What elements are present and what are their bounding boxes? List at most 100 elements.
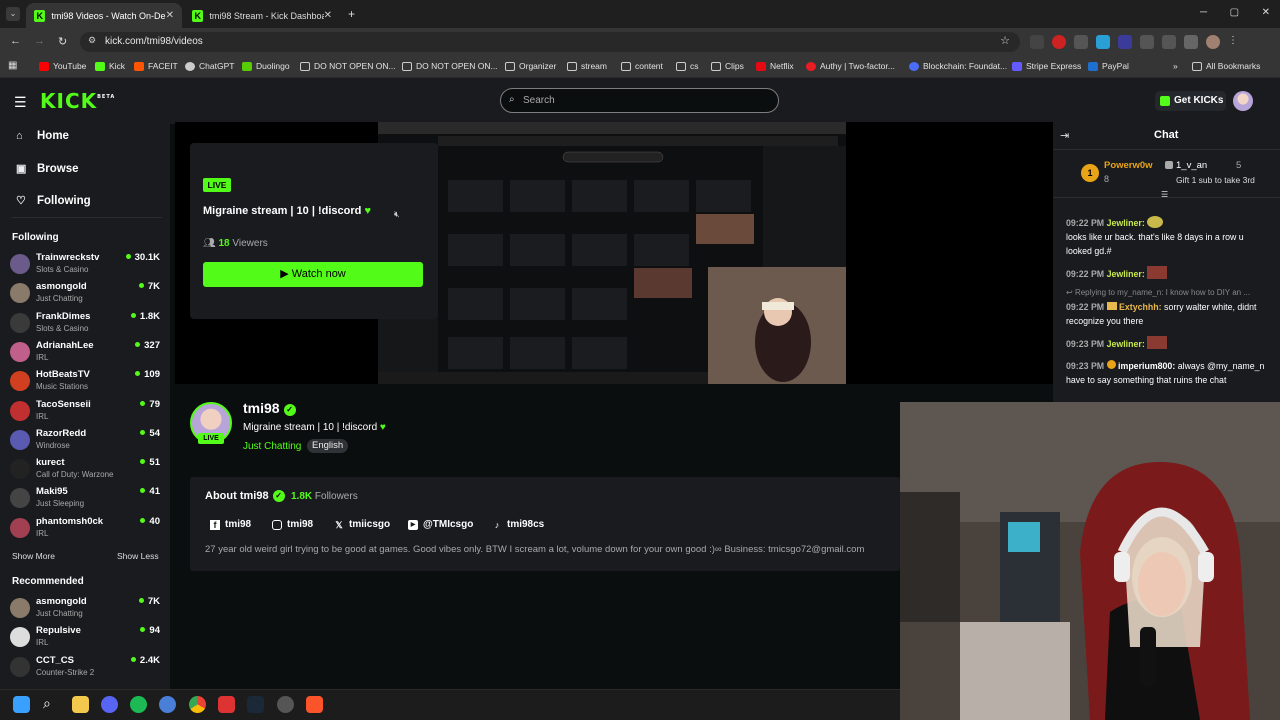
app-icon[interactable] bbox=[159, 696, 176, 713]
url-field[interactable]: ⚙ kick.com/tmi98/videos ☆ bbox=[80, 32, 1020, 52]
expand-icon[interactable]: ☰ bbox=[1161, 190, 1168, 199]
windows-start-icon[interactable] bbox=[13, 696, 30, 713]
sidebar-channel[interactable]: Maki95 Just Sleeping 41 bbox=[10, 486, 160, 514]
bookmark-paypal[interactable]: PayPal bbox=[1088, 61, 1129, 71]
bookmark-chatgpt[interactable]: ChatGPT bbox=[185, 61, 234, 71]
sidebar-channel[interactable]: kurect Call of Duty: Warzone 51 bbox=[10, 457, 160, 485]
bookmark-folder-stream[interactable]: stream bbox=[567, 61, 607, 71]
browser-tab-videos[interactable]: K tmi98 Videos - Watch On-Dem ✕ bbox=[26, 3, 182, 28]
taskbar-search-icon[interactable]: ⌕ bbox=[43, 695, 51, 712]
sidebar-channel[interactable]: asmongold Just Chatting 7K bbox=[10, 596, 160, 624]
category-link[interactable]: Just Chatting bbox=[243, 441, 301, 452]
stream-preview-thumbnail[interactable] bbox=[378, 122, 846, 384]
sidebar-channel[interactable]: asmongold Just Chatting 7K bbox=[10, 281, 160, 309]
forward-icon[interactable]: → bbox=[34, 35, 45, 47]
new-tab-icon[interactable]: + bbox=[348, 7, 355, 21]
spotify-icon[interactable] bbox=[130, 696, 147, 713]
reply-context[interactable]: ↩ Replying to my_name_n: I know how to D… bbox=[1066, 286, 1271, 300]
social-x-link[interactable]: 𝕏tmiicsgo bbox=[334, 519, 390, 530]
nav-home[interactable]: ⌂ Home bbox=[16, 130, 69, 142]
search-input[interactable]: ⌕ Search bbox=[500, 88, 779, 113]
tab-list-button[interactable]: ⌄ bbox=[6, 7, 20, 21]
bookmark-authy[interactable]: Authy | Two-factor... bbox=[806, 61, 895, 71]
muted-icon[interactable]: 🔇︎ bbox=[394, 209, 400, 220]
steam-icon[interactable] bbox=[247, 696, 264, 713]
leaderboard-user-2[interactable]: 1_v_an bbox=[1176, 160, 1207, 171]
extension-icon[interactable] bbox=[1118, 35, 1132, 49]
tab-close-icon[interactable]: ✕ bbox=[166, 10, 174, 21]
sidebar-channel[interactable]: phantomsh0ck IRL 40 bbox=[10, 516, 160, 544]
watch-now-button[interactable]: ▶ Watch now bbox=[203, 262, 423, 287]
brave-icon[interactable] bbox=[306, 696, 323, 713]
bookmark-netflix[interactable]: Netflix bbox=[756, 61, 794, 71]
extension-icon[interactable] bbox=[1052, 35, 1066, 49]
bookmark-folder[interactable]: DO NOT OPEN ON... bbox=[402, 61, 498, 71]
sidebar-channel[interactable]: AdrianahLee IRL 327 bbox=[10, 340, 160, 368]
close-window-icon[interactable]: ✕ bbox=[1262, 7, 1270, 18]
chat-username[interactable]: Extychhh bbox=[1119, 302, 1159, 312]
extension-icon[interactable] bbox=[1096, 35, 1110, 49]
extensions-puzzle-icon[interactable] bbox=[1184, 35, 1198, 49]
chat-username[interactable]: Jewliner bbox=[1107, 339, 1142, 349]
social-tiktok-link[interactable]: ♪ tmi98cs bbox=[492, 519, 545, 530]
social-facebook-link[interactable]: f tmi98 bbox=[210, 519, 251, 530]
social-instagram-link[interactable]: tmi98 bbox=[272, 519, 313, 530]
discord-icon[interactable] bbox=[101, 696, 118, 713]
nav-browse[interactable]: ▣ Browse bbox=[16, 162, 79, 176]
site-info-icon[interactable]: ⚙ bbox=[88, 35, 96, 46]
bookmark-youtube[interactable]: YouTube bbox=[39, 61, 86, 71]
menu-dots-icon[interactable]: ⋮ bbox=[1228, 35, 1238, 49]
kick-logo[interactable]: KICKBETA bbox=[40, 89, 115, 113]
extension-icon[interactable] bbox=[1030, 35, 1044, 49]
bookmark-blockchain[interactable]: Blockchain: Foundat... bbox=[909, 61, 1007, 71]
chat-username[interactable]: imperium800 bbox=[1118, 361, 1172, 371]
sidebar-channel[interactable]: FrankDimes Slots & Casino 1.8K bbox=[10, 311, 160, 339]
bookmark-folder-clips[interactable]: Clips bbox=[711, 61, 744, 71]
chat-username[interactable]: Jewliner bbox=[1107, 269, 1142, 279]
sidebar-channel[interactable]: Repulsive IRL 94 bbox=[10, 625, 160, 653]
browser-tab-dashboard[interactable]: K tmi98 Stream - Kick Dashboard ✕ bbox=[184, 3, 340, 28]
minimize-icon[interactable]: ─ bbox=[1200, 7, 1207, 18]
reload-icon[interactable]: ↻ bbox=[58, 35, 67, 48]
chrome-icon[interactable] bbox=[189, 696, 206, 713]
leaderboard-user[interactable]: Powerw0w bbox=[1104, 160, 1153, 171]
bookmark-folder[interactable]: DO NOT OPEN ON... bbox=[300, 61, 396, 71]
profile-avatar[interactable] bbox=[1206, 35, 1220, 49]
bookmark-duolingo[interactable]: Duolingo bbox=[242, 61, 290, 71]
back-icon[interactable]: ← bbox=[10, 35, 21, 47]
sidebar-channel[interactable]: CCT_CS Counter-Strike 2 2.4K bbox=[10, 655, 160, 683]
maximize-icon[interactable]: ▢ bbox=[1230, 7, 1239, 18]
bookmarks-overflow-icon[interactable]: » bbox=[1173, 61, 1178, 71]
app-icon[interactable] bbox=[218, 696, 235, 713]
bookmark-stripe[interactable]: Stripe Express bbox=[1012, 61, 1081, 71]
extension-icon[interactable] bbox=[1162, 35, 1176, 49]
nav-following[interactable]: ♡ Following bbox=[16, 194, 91, 208]
tab-close-icon[interactable]: ✕ bbox=[324, 10, 332, 21]
sidebar-channel[interactable]: TacoSenseii IRL 79 bbox=[10, 399, 160, 427]
bookmark-faceit[interactable]: FACEIT bbox=[134, 61, 178, 71]
all-bookmarks[interactable]: All Bookmarks bbox=[1192, 61, 1260, 71]
bookmark-folder-cs[interactable]: cs bbox=[676, 61, 699, 71]
sidebar-channel[interactable]: RazorRedd Windrose 54 bbox=[10, 428, 160, 456]
bookmark-star-icon[interactable]: ☆ bbox=[1000, 34, 1010, 47]
app-icon[interactable] bbox=[277, 696, 294, 713]
extension-icon[interactable] bbox=[1074, 35, 1088, 49]
extension-icon[interactable] bbox=[1140, 35, 1154, 49]
hamburger-menu-icon[interactable]: ☰ bbox=[14, 94, 27, 111]
bookmark-kick[interactable]: Kick bbox=[95, 61, 125, 71]
apps-grid-icon[interactable]: ▦ bbox=[8, 60, 17, 71]
collapse-chat-icon[interactable]: ⇥ bbox=[1060, 129, 1069, 142]
bookmark-folder-organizer[interactable]: Organizer bbox=[505, 61, 556, 71]
file-explorer-icon[interactable] bbox=[72, 696, 89, 713]
get-kicks-button[interactable]: Get KICKs bbox=[1155, 91, 1226, 111]
live-stream-title[interactable]: Migraine stream | 10 | !discord ♥ bbox=[203, 205, 371, 217]
show-less-button[interactable]: Show Less bbox=[117, 551, 159, 561]
sidebar-channel[interactable]: Trainwreckstv Slots & Casino 30.1K bbox=[10, 252, 160, 280]
user-avatar[interactable] bbox=[1233, 91, 1253, 111]
show-more-button[interactable]: Show More bbox=[12, 551, 55, 561]
social-youtube-link[interactable]: ▶ @TMIcsgo bbox=[408, 519, 473, 530]
gift-sub-prompt[interactable]: Gift 1 sub to take 3rd bbox=[1176, 175, 1255, 185]
sidebar-channel[interactable]: HotBeatsTV Music Stations 109 bbox=[10, 369, 160, 397]
bookmark-folder-content[interactable]: content bbox=[621, 61, 663, 71]
chat-username[interactable]: Jewliner bbox=[1107, 218, 1142, 228]
